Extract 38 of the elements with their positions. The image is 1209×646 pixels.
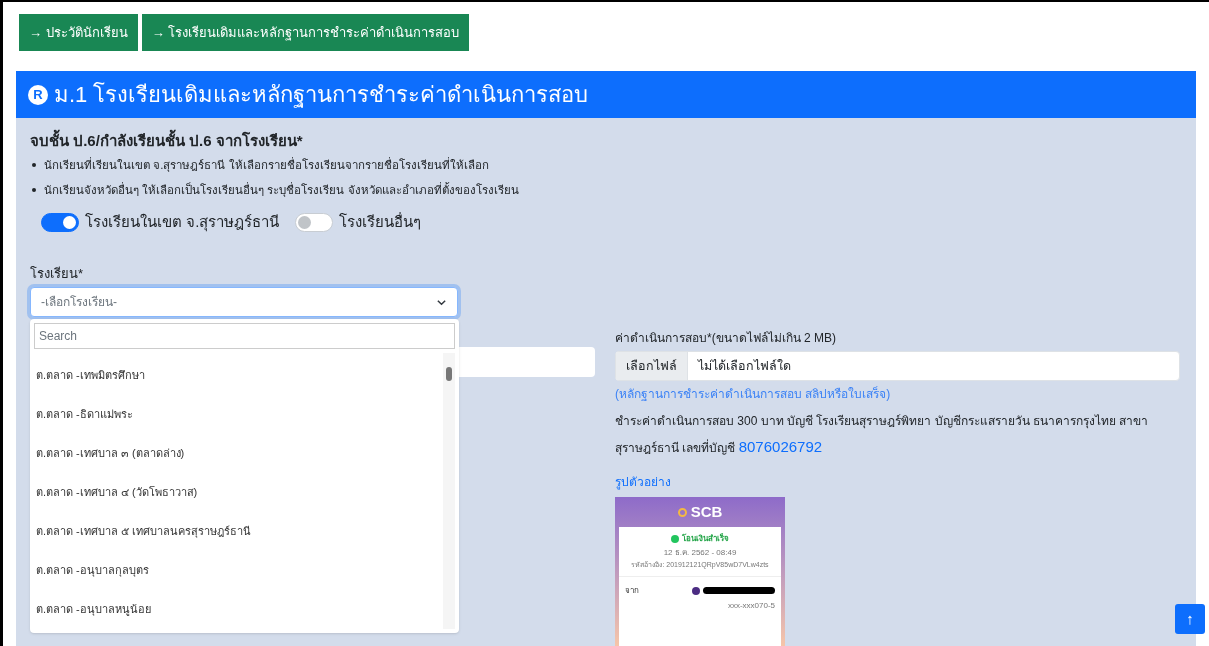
slip-account: xxx-xxx070-5 — [727, 599, 776, 612]
dropdown-option[interactable]: ต.ตลาด -เทศบาล ๕ เทศบาลนครสุราษฎร์ธานี — [36, 521, 443, 541]
bullet-icon — [32, 163, 36, 168]
search-field[interactable]: Search — [34, 323, 455, 349]
section-title: ม.1 โรงเรียนเดิมและหลักฐานการชำระค่าดำเนินการสอบ — [54, 81, 589, 110]
bank-logo-icon — [677, 507, 687, 517]
redaction-bar — [703, 587, 775, 594]
field-label: โรงเรียน* — [30, 264, 85, 283]
note-text: นักเรียนที่เรียนในเขต จ.สุราษฎร์ธานี ให้เลือกรายชื่อโรงเรียนจากรายชื่อโรงเรียนที่ให้เลือก — [44, 156, 489, 174]
dropdown-option[interactable]: ต.ตลาด -เทศบาล ๓ (ตลาดล่าง) — [36, 443, 443, 463]
file-input[interactable]: เลือกไฟล์ ไม่ได้เลือกไฟล์ใด — [615, 351, 1180, 381]
account-icon — [692, 586, 700, 595]
slip-status: โอนเงินสำเร็จ — [682, 533, 729, 545]
slip-date: 12 ธ.ค. 2562 - 08:49 — [663, 547, 737, 559]
dropdown-option[interactable]: ต.ตลาด -อนุบาลกุลบุตร — [36, 560, 443, 580]
check-icon — [671, 535, 679, 543]
switch-label: โรงเรียนในเขต จ.สุราษฎร์ธานี — [85, 212, 280, 234]
bank-name: SCB — [690, 501, 723, 522]
field-label: ค่าดำเนินการสอบ*(ขนาดไฟล์ไม่เกิน 2 MB) — [615, 330, 837, 347]
nav-button[interactable]: → ประวัตินักเรียน — [19, 14, 138, 51]
school-select[interactable]: -เลือกโรงเรียน- — [30, 287, 458, 317]
bullet-icon — [32, 188, 36, 193]
hint-text: (หลักฐานการชำระค่าดำเนินการสอบ สลิปหรือใบเสร็จ) — [615, 385, 892, 403]
scrollbar[interactable] — [443, 353, 455, 629]
dropdown-option[interactable]: ต.ตลาด -ธิดาแม่พระ — [36, 404, 443, 424]
payment-info: ชำระค่าดำเนินการสอบ 300 บาท บัญชี โรงเรียนสุราษฎร์พิทยา บัญชีกระแสรายวัน ธนาคารกรุงไทย สาขา สุราษฎร์ธานี เลขที่บัญชี 8076026792 — [615, 413, 1150, 458]
back-to-top-button[interactable]: ↑ — [1175, 604, 1205, 634]
dropdown-option[interactable]: ต.ตลาด -เทศบาล ๔ (วัดโพธาวาส) — [36, 482, 443, 502]
slip-from-label: จาก — [625, 584, 639, 597]
question-label: จบชั้น ป.6/กำลังเรียนชั้น ป.6 จากโรงเรียน* — [30, 130, 1182, 153]
dropdown-option[interactable]: ต.ตลาด -เทพมิตรศึกษา — [36, 365, 443, 385]
dropdown-option[interactable]: ต.ตลาด -อนุบาลหนูน้อย — [36, 599, 443, 619]
nav-button[interactable]: → โรงเรียนเดิมและหลักฐานการชำระค่าดำเนินการสอบ — [141, 14, 470, 51]
toggle-switch[interactable] — [295, 212, 334, 232]
note-text: นักเรียนจังหวัดอื่นๆ ให้เลือกเป็นโรงเรียนอื่นๆ ระบุชื่อโรงเรียน จังหวัดและอำเภอที่ตั้งของโรงเรียน — [44, 181, 519, 199]
switch-label: โรงเรียนอื่นๆ — [339, 211, 422, 232]
toggle-switch[interactable] — [41, 212, 79, 232]
r-badge: R — [28, 84, 48, 105]
